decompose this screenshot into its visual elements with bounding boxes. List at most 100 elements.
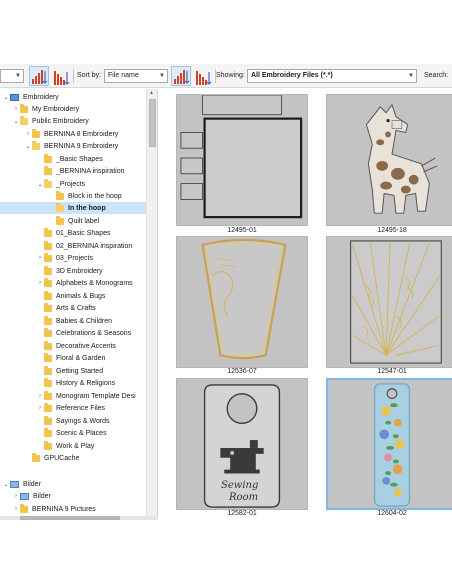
tree-item-label: In the hoop (68, 204, 106, 212)
expand-twisty-icon[interactable]: ⌄ (24, 143, 32, 150)
tree-item-label: History & Religions (56, 379, 116, 387)
tree-item-bernina-inspiration[interactable]: _BERNINA inspiration (36, 165, 124, 177)
tree-item-work-play[interactable]: Work & Play (36, 440, 94, 452)
tree-item-block-in-the-hoop[interactable]: Block in the hoop (48, 190, 122, 202)
scrollbar-thumb[interactable] (149, 99, 156, 147)
expand-twisty-icon[interactable]: ⌄ (2, 94, 10, 101)
sort-by-dropdown[interactable]: File name ▼ (104, 69, 168, 83)
folder-icon (44, 440, 52, 450)
expand-twisty-icon[interactable]: › (24, 131, 32, 137)
tree-horizontal-scrollbar[interactable] (0, 516, 158, 520)
tree-item-my-embroidery[interactable]: › My Embroidery (12, 103, 79, 115)
sort-ascending-button-2[interactable] (171, 66, 191, 86)
folder-icon (44, 390, 52, 400)
tree-item-reference-files[interactable]: › Reference Files (36, 402, 105, 414)
expand-twisty-icon[interactable]: ⌄ (36, 181, 44, 188)
tree-item-decorative-accents[interactable]: Decorative Accents (36, 340, 116, 352)
tree-item-label: Celebrations & Seasons (56, 329, 132, 337)
design-text-sewing: Sewing (221, 480, 259, 491)
tree-item-label: Work & Play (56, 442, 95, 450)
tree-item-getting-started[interactable]: Getting Started (36, 365, 103, 377)
tree-item-in-the-hoop[interactable]: In the hoop (0, 202, 146, 214)
tree-item-label: Getting Started (56, 367, 104, 375)
tree-item-sayings-words[interactable]: Sayings & Words (36, 415, 110, 427)
computer-icon (10, 93, 19, 101)
design-thumbnail[interactable] (176, 94, 308, 226)
tree-vertical-scrollbar[interactable]: ▲ (146, 89, 157, 519)
tree-item-03-projects[interactable]: › 03_Projects (36, 252, 93, 264)
tree-item-gpucache[interactable]: GPUCache (24, 452, 79, 464)
left-filter-dropdown[interactable]: ▼ (0, 69, 24, 83)
design-thumbnail[interactable] (176, 236, 308, 368)
sort-by-label: Sort by: (77, 72, 102, 79)
showing-label: Showing: (216, 72, 245, 79)
tree-item-arts-crafts[interactable]: Arts & Crafts (36, 302, 96, 314)
tree-item-label: 01_Basic Shapes (56, 229, 111, 237)
design-thumbnail-selected[interactable] (326, 378, 452, 510)
tree-item-bernina-8[interactable]: › BERNINA 8 Embroidery (24, 128, 118, 140)
tree-item-01-basic-shapes[interactable]: 01_Basic Shapes (36, 227, 110, 239)
showing-dropdown[interactable]: All Embroidery Files (*.*) ▼ (247, 69, 417, 83)
tree-item-3d-embroidery[interactable]: 3D Embroidery (36, 265, 103, 277)
design-thumbnail[interactable] (326, 236, 452, 368)
tree-item-bernina-9-pictures[interactable]: › BERNINA 9 Pictures (12, 503, 96, 515)
tree-item-label: GPUCache (44, 454, 80, 462)
tree-item-monogram-template[interactable]: › Monogram Template Desi (36, 390, 136, 402)
tree-item-history-religions[interactable]: History & Religions (36, 377, 115, 389)
tree-item-quilt-label[interactable]: Quilt label (48, 215, 99, 227)
expand-twisty-icon[interactable]: › (12, 493, 20, 499)
expand-twisty-icon[interactable]: › (36, 405, 44, 411)
sort-descending-button-2[interactable] (193, 66, 213, 86)
block-design-preview (180, 95, 303, 219)
tree-item-label: 02_BERNINA inspiration (56, 242, 133, 250)
sort-descending-icon (54, 71, 70, 85)
tree-item-label: Babies & Children (56, 317, 113, 325)
expand-twisty-icon[interactable]: ⌄ (2, 481, 10, 488)
tree-item-label: _Projects (56, 180, 86, 188)
tree-item-label: BERNINA 9 Embroidery (44, 142, 119, 150)
expand-twisty-icon[interactable]: › (12, 506, 20, 512)
tree-item-babies-children[interactable]: Babies & Children (36, 315, 112, 327)
tree-item-projects[interactable]: ⌄ _Projects (36, 178, 85, 190)
chevron-down-icon: ▼ (159, 73, 165, 79)
tree-item-bernina-9[interactable]: ⌄ BERNINA 9 Embroidery (24, 140, 118, 152)
folder-icon (56, 215, 64, 225)
scroll-up-icon[interactable]: ▲ (149, 90, 154, 96)
floral-bookmark-design-preview (373, 383, 411, 507)
tree-item-bilder[interactable]: › Bilder (12, 490, 51, 502)
expand-twisty-icon[interactable]: ⌄ (12, 118, 20, 125)
tree-item-alphabets-monograms[interactable]: › Alphabets & Monograms (36, 277, 133, 289)
design-thumbnail[interactable] (326, 94, 452, 226)
tree-item-animals-bugs[interactable]: Animals & Bugs (36, 290, 105, 302)
tree-item-public-embroidery[interactable]: ⌄ Public Embroidery (12, 115, 89, 127)
scrollbar-thumb[interactable] (20, 516, 120, 520)
sort-ascending-icon (174, 70, 190, 84)
tree-item-label: 3D Embroidery (56, 267, 103, 275)
tree-item-celebrations-seasons[interactable]: Celebrations & Seasons (36, 327, 131, 339)
tree-item-embroidery[interactable]: ⌄ Embroidery (2, 91, 59, 103)
tree-item-label: _BERNINA inspiration (56, 167, 125, 175)
showing-value: All Embroidery Files (*.*) (251, 72, 333, 79)
expand-twisty-icon[interactable]: › (36, 280, 44, 286)
tree-item-scenic-places[interactable]: Scenic & Places (36, 427, 107, 439)
design-caption: 12495-01 (227, 227, 257, 234)
expand-twisty-icon[interactable]: › (12, 106, 20, 112)
search-label: Search: (424, 72, 449, 79)
expand-twisty-icon[interactable]: › (36, 255, 44, 261)
chevron-down-icon: ▼ (408, 73, 414, 79)
expand-twisty-icon[interactable]: › (36, 393, 44, 399)
tree-item-label: 03_Projects (56, 254, 93, 262)
folder-icon (44, 402, 52, 412)
sort-descending-button[interactable] (51, 66, 71, 86)
folder-icon (44, 265, 52, 275)
design-thumbnail[interactable]: Sewing Room (176, 378, 308, 510)
tree-item-floral-garden[interactable]: Floral & Garden (36, 352, 105, 364)
sort-ascending-button[interactable] (29, 66, 49, 86)
pictures-icon (10, 480, 19, 488)
tree-item-label: Public Embroidery (32, 117, 89, 125)
tree-item-basic-shapes[interactable]: _Basic Shapes (36, 153, 103, 165)
tree-item-bilder-root[interactable]: ⌄ Bilder (2, 478, 41, 490)
tree-item-label: Embroidery (23, 93, 59, 101)
tree-item-02-bernina-inspiration[interactable]: 02_BERNINA inspiration (36, 240, 132, 252)
tree-item-label: Scenic & Places (56, 429, 107, 437)
